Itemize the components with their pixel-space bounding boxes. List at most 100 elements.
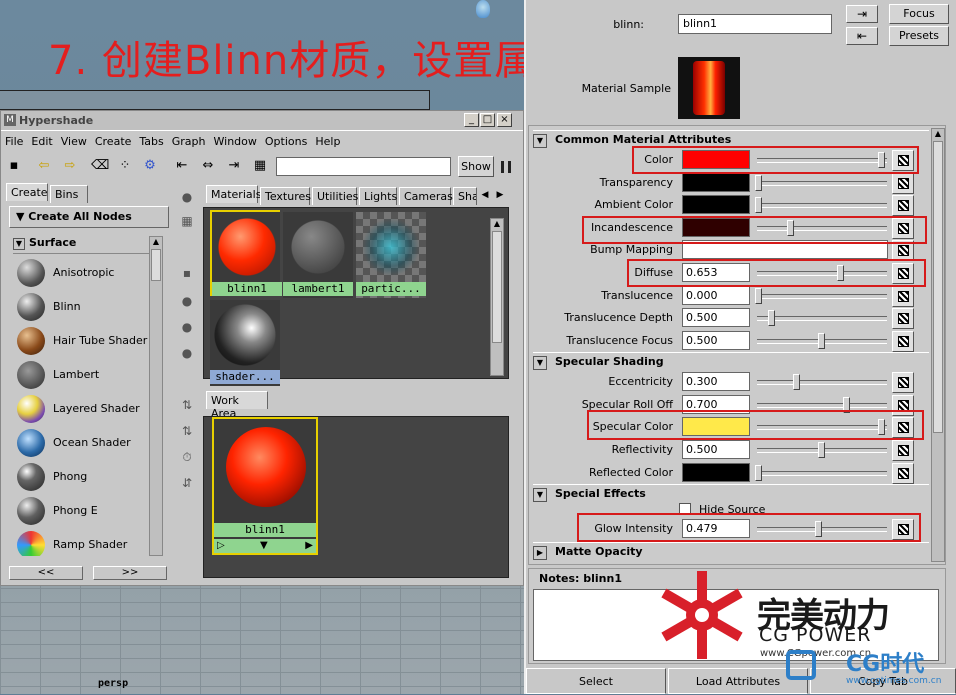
menu-edit[interactable]: Edit <box>27 133 56 148</box>
tab-materials[interactable]: Materials <box>206 185 261 203</box>
map-button[interactable] <box>892 330 914 352</box>
slider-thumb[interactable] <box>818 332 825 349</box>
output-port-icon[interactable]: ▶ <box>305 539 313 553</box>
slider-thumb[interactable] <box>792 374 800 390</box>
layout-icon[interactable] <box>501 161 511 173</box>
list-item[interactable]: Lambert <box>13 358 149 392</box>
prev-button[interactable]: << <box>9 566 83 580</box>
swatch-blinn1[interactable]: blinn1 <box>210 210 282 296</box>
special-effects-section[interactable]: ▼ Special Effects <box>533 484 929 504</box>
sort-icon[interactable]: ▦ <box>251 157 269 175</box>
menu-tabs[interactable]: Tabs <box>135 133 167 148</box>
list-item[interactable]: Ramp Shader <box>13 528 149 556</box>
work-node-ports[interactable]: ▷ ▼ ▶ <box>214 539 316 553</box>
tab-shading-groups[interactable]: Sha <box>453 187 477 205</box>
list-item[interactable]: Blinn <box>13 290 149 324</box>
sort-name-icon[interactable]: ⇅ <box>177 395 197 415</box>
work-node-blinn1[interactable]: blinn1 ▷ ▼ ▶ <box>212 417 318 555</box>
slider-thumb[interactable] <box>767 310 775 327</box>
menu-options[interactable]: Options <box>261 133 311 148</box>
swatch-large-icon[interactable]: ● <box>177 317 197 337</box>
value-field[interactable]: 0.300 <box>682 372 750 391</box>
list-item[interactable]: Ocean Shader <box>13 426 149 460</box>
select-button[interactable]: Select <box>526 668 666 694</box>
menu-file[interactable]: File <box>1 133 27 148</box>
tab-work-area[interactable]: Work Area <box>206 391 268 420</box>
specular-shading-section[interactable]: ▼ Specular Shading <box>533 352 929 372</box>
list-item[interactable]: Anisotropic <box>13 256 149 290</box>
tab-create[interactable]: Create <box>6 183 48 201</box>
color-swatch[interactable] <box>682 462 750 482</box>
input-connections-icon[interactable]: ⇤ <box>173 157 191 175</box>
map-button[interactable] <box>892 285 914 307</box>
slider-thumb[interactable] <box>818 442 825 459</box>
attribute-scrollbar[interactable]: ▲ <box>931 128 945 562</box>
tab-lights[interactable]: Lights <box>359 187 397 205</box>
slider-track[interactable] <box>757 402 887 408</box>
presets-button[interactable]: Presets <box>889 26 949 46</box>
color-swatch[interactable] <box>682 172 750 192</box>
sort-time-icon[interactable]: ⏱ <box>177 447 197 467</box>
map-button[interactable] <box>892 172 914 194</box>
tab-textures[interactable]: Textures <box>260 187 311 205</box>
map-button[interactable] <box>892 462 914 484</box>
menu-help[interactable]: Help <box>311 133 344 148</box>
list-item[interactable]: Hair Tube Shader <box>13 324 149 358</box>
swatch-small-icon[interactable]: ▪ <box>177 263 197 283</box>
list-item[interactable]: Phong <box>13 460 149 494</box>
matte-opacity-section[interactable]: ▶ Matte Opacity <box>533 542 929 562</box>
tab-scroll-left-icon[interactable]: ◀ <box>479 187 491 203</box>
collapse-icon[interactable]: ▼ <box>13 238 25 250</box>
scroll-thumb[interactable] <box>151 249 161 281</box>
menu-view[interactable]: View <box>57 133 91 148</box>
go-to-input-icon[interactable]: ⇥ <box>846 5 878 23</box>
slider-track[interactable] <box>757 180 887 186</box>
map-button[interactable] <box>892 372 914 393</box>
expand-icon[interactable]: ▶ <box>533 546 547 560</box>
collapse-icon[interactable]: ▼ <box>533 488 547 502</box>
tab-bins[interactable]: Bins <box>50 185 88 203</box>
menu-graph[interactable]: Graph <box>168 133 210 148</box>
slider-thumb[interactable] <box>755 197 762 214</box>
hypershade-titlebar[interactable]: M Hypershade _ □ × <box>1 111 523 131</box>
graph-network-icon[interactable]: ⚙ <box>141 157 159 175</box>
swatch-shader-glow[interactable]: shader... <box>210 300 280 386</box>
value-field[interactable]: 0.500 <box>682 440 750 460</box>
tab-scroll-right-icon[interactable]: ▶ <box>494 187 506 203</box>
sphere-swatch-icon[interactable]: ● <box>177 187 197 207</box>
swatch-lambert1[interactable]: lambert1 <box>283 212 353 298</box>
slider-track[interactable] <box>757 470 887 476</box>
grid-view-icon[interactable]: ▦ <box>177 211 197 231</box>
minimize-icon[interactable]: _ <box>464 113 479 127</box>
scroll-up-icon[interactable]: ▲ <box>150 237 162 249</box>
menu-window[interactable]: Window <box>210 133 261 148</box>
in-out-connections-icon[interactable]: ⇔ <box>199 157 217 175</box>
expand-icon[interactable]: ▼ <box>260 539 268 553</box>
input-port-icon[interactable]: ▷ <box>217 539 225 553</box>
scroll-thumb[interactable] <box>933 141 943 433</box>
list-item[interactable]: Phong E <box>13 494 149 528</box>
value-field[interactable]: 0.500 <box>682 330 750 350</box>
swatch-particle-cloud[interactable]: partic... <box>356 212 426 298</box>
materials-scrollbar[interactable]: ▲ <box>490 218 504 376</box>
menu-create[interactable]: Create <box>91 133 136 148</box>
close-icon[interactable]: × <box>497 113 512 127</box>
back-arrow-icon[interactable]: ⇦ <box>35 157 53 175</box>
swatch-medium-icon[interactable]: ● <box>177 291 197 311</box>
slider-track[interactable] <box>757 203 887 209</box>
toggle-panel-icon[interactable]: ▪ <box>5 157 23 175</box>
map-button[interactable] <box>892 308 914 330</box>
graph-materials-icon[interactable]: ⁘ <box>116 157 134 175</box>
search-input[interactable] <box>276 157 451 176</box>
sort-reverse-icon[interactable]: ⇵ <box>177 473 197 493</box>
show-button[interactable]: Show <box>458 156 494 177</box>
slider-track[interactable] <box>757 293 887 299</box>
focus-button[interactable]: Focus <box>889 4 949 24</box>
value-field[interactable]: 0.000 <box>682 285 750 305</box>
scroll-thumb[interactable] <box>492 231 502 343</box>
scroll-up-icon[interactable]: ▲ <box>932 129 944 141</box>
go-to-output-icon[interactable]: ⇤ <box>846 27 878 45</box>
output-connections-icon[interactable]: ⇥ <box>225 157 243 175</box>
surface-section[interactable]: ▼ Surface <box>13 234 163 254</box>
node-name-field[interactable]: blinn1 <box>678 14 832 34</box>
